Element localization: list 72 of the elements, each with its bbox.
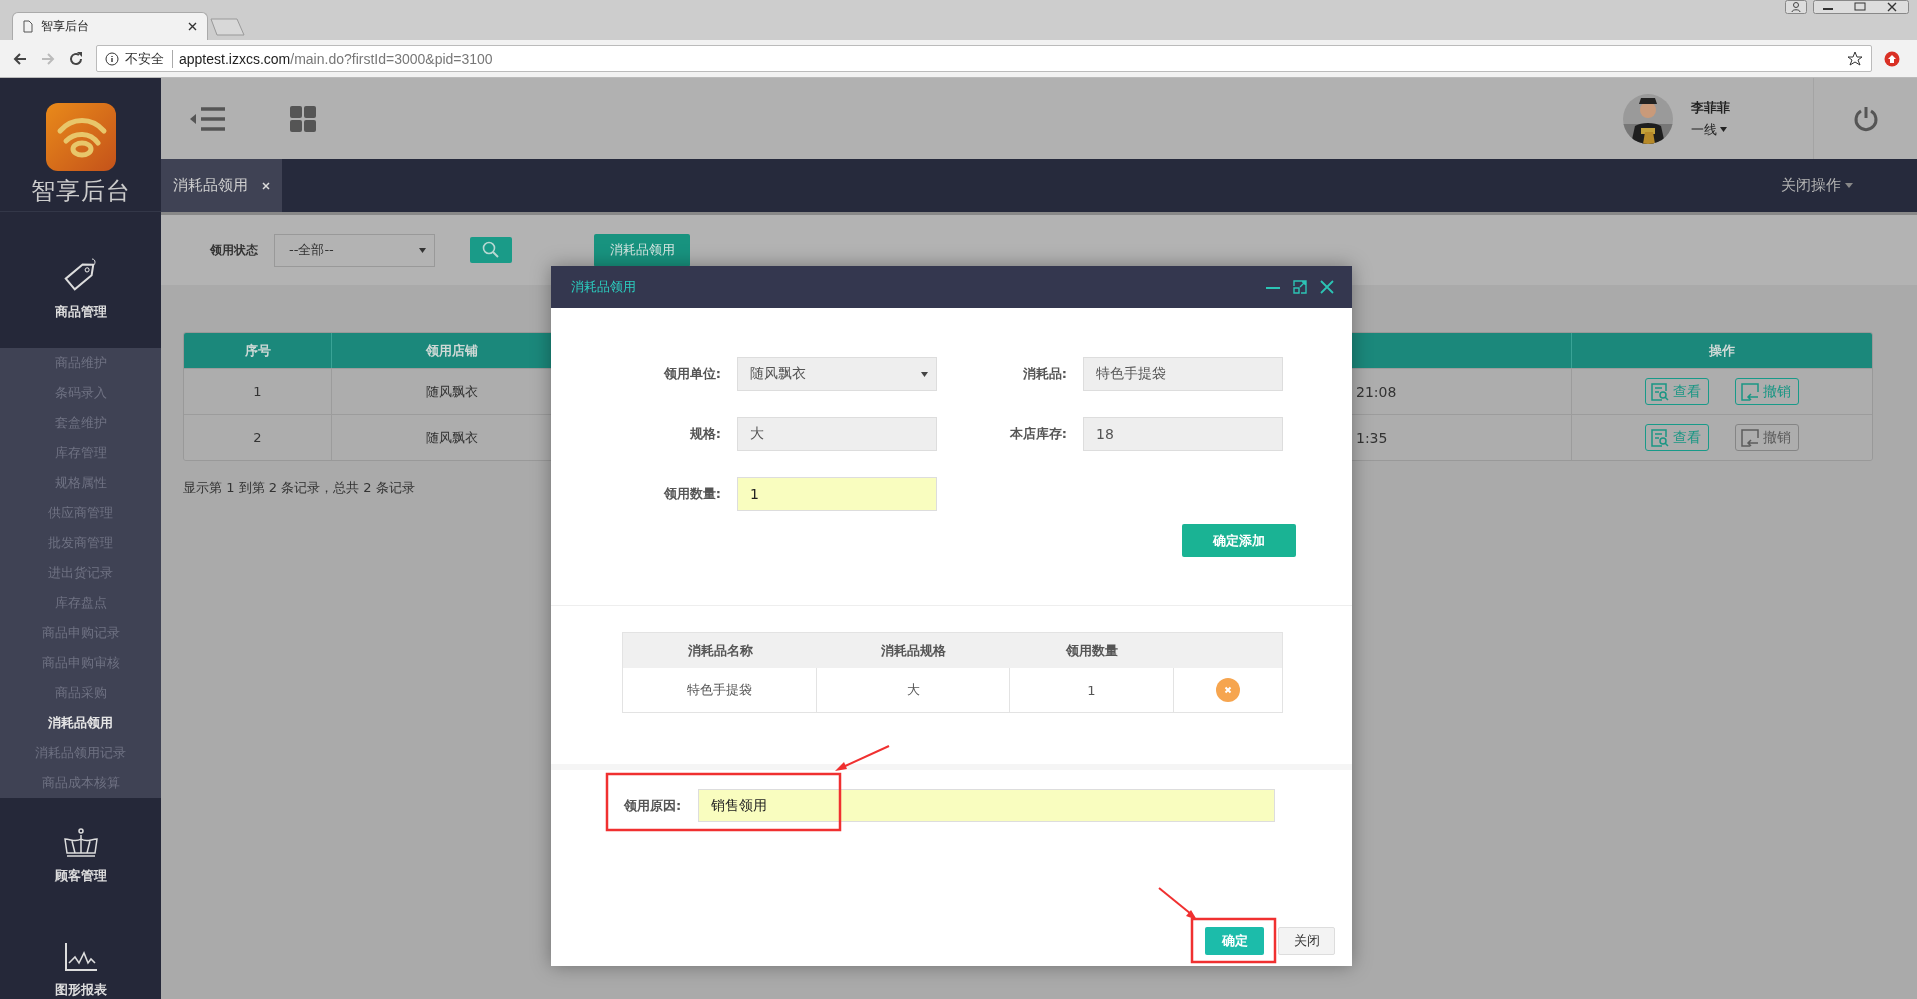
quantity-field[interactable]: 1 (737, 477, 937, 511)
readonly-field: 大 (737, 417, 937, 451)
view-button[interactable]: 查看 (1645, 378, 1709, 405)
readonly-field: 特色手提袋 (1083, 357, 1283, 391)
unit-select[interactable]: 随风飘衣 (737, 357, 937, 391)
view-button[interactable]: 查看 (1645, 424, 1709, 451)
column-header: 操作 (1708, 341, 1736, 360)
table-cell: 大 (817, 668, 1010, 712)
view-icon (1650, 427, 1670, 448)
record-count: 显示第 1 到第 2 条记录，总共 2 条记录 (183, 479, 415, 497)
field-label: 领用原因: (624, 796, 683, 815)
user-name: 李菲菲 (1691, 98, 1730, 117)
status-select[interactable]: --全部-- (274, 233, 435, 267)
browser-tab[interactable]: 智享后台 (12, 12, 208, 40)
field-label: 领用数量: (662, 485, 721, 503)
logo-icon (45, 103, 116, 171)
menu-collapse-icon[interactable] (190, 105, 226, 132)
undo-icon (1740, 427, 1760, 448)
column-header: 消耗品规格 (880, 641, 947, 660)
revoke-button[interactable]: 撤销 (1735, 378, 1799, 405)
reload-icon[interactable] (68, 50, 84, 67)
consumable-button[interactable]: 消耗品领用 (594, 233, 690, 267)
field-label: 规格: (688, 425, 721, 443)
window-controls-icon[interactable] (1813, 0, 1909, 14)
search-icon (482, 241, 500, 259)
annotation-arrow (835, 745, 890, 771)
caret-icon (1720, 127, 1727, 132)
role-dropdown[interactable]: 一线 (1691, 120, 1730, 139)
caret-icon (419, 247, 426, 253)
back-icon[interactable] (12, 50, 28, 67)
filter-label: 领用状态 (210, 241, 258, 259)
column-header: 领用数量 (1064, 641, 1119, 660)
add-button[interactable]: 确定添加 (1182, 524, 1296, 557)
table-cell: 21:08 (1356, 383, 1397, 400)
caret-icon (1845, 183, 1853, 188)
table-cell: 1:35 (1356, 429, 1388, 446)
menu-section[interactable]: 商品管理 (0, 211, 161, 349)
view-icon (1650, 381, 1670, 402)
close-icon[interactable] (1320, 280, 1334, 294)
maximize-icon[interactable] (1293, 280, 1307, 294)
column-header: 消耗品名称 (686, 641, 754, 660)
close-icon[interactable] (188, 22, 197, 31)
reason-field[interactable]: 销售领用 (698, 789, 1275, 822)
annotation-arrow (1158, 887, 1197, 920)
grid-icon[interactable] (290, 105, 316, 132)
table-cell: 1 (1010, 668, 1174, 712)
menu-section[interactable]: 图形报表 (0, 885, 161, 999)
field-label: 本店库存: (1008, 425, 1067, 443)
undo-icon (1740, 381, 1760, 402)
field-label: 消耗品: (1021, 365, 1067, 383)
menu-section[interactable]: 顾客管理 (0, 798, 161, 886)
caret-icon (921, 371, 928, 377)
crown-icon (62, 827, 99, 860)
page-tab[interactable]: 消耗品领用 (161, 159, 282, 212)
info-icon (105, 51, 119, 66)
readonly-field: 18 (1083, 417, 1283, 451)
logo-text: 智享后台 (30, 176, 131, 207)
address-bar[interactable]: 不安全 apptest.izxcs.com/main.do?firstId=3000&pid=3100 (96, 45, 1872, 72)
star-icon[interactable] (1847, 50, 1863, 67)
close-tabs-dropdown[interactable]: 关闭操作 (1781, 176, 1853, 195)
chart-icon (62, 941, 99, 973)
confirm-button[interactable]: 确定 (1205, 927, 1264, 955)
table-cell: 2 (184, 415, 332, 460)
power-icon[interactable] (1852, 105, 1879, 132)
page-icon (23, 20, 33, 33)
table-cell: 特色手提袋 (623, 668, 817, 712)
user-icon[interactable] (1785, 0, 1807, 14)
close-button[interactable]: 关闭 (1278, 927, 1335, 955)
extension-icon[interactable] (1884, 50, 1900, 67)
menu-item[interactable]: 消耗品领用 (0, 708, 161, 739)
field-label: 领用单位: (662, 365, 721, 383)
dialog-title: 消耗品领用 (571, 278, 636, 296)
